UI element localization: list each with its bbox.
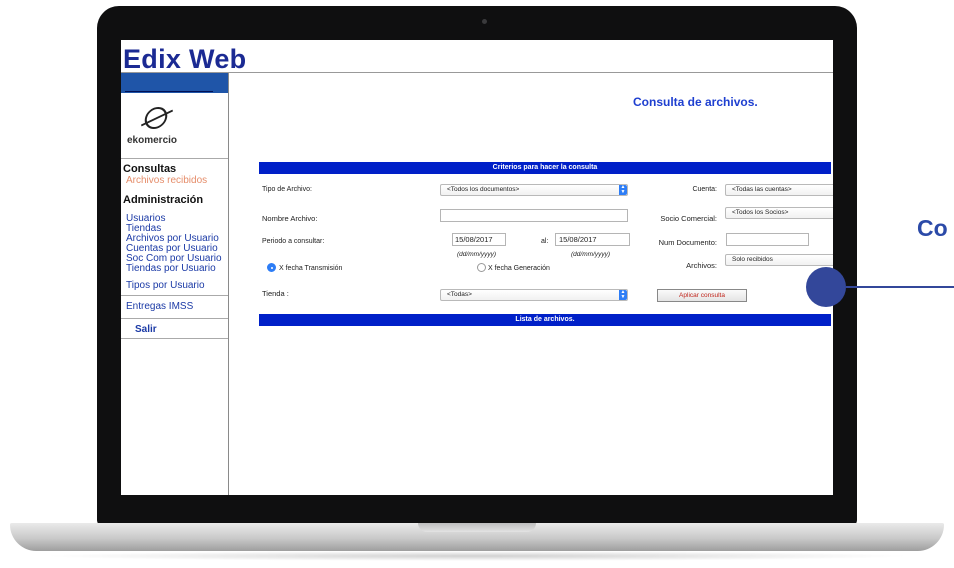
sidebar-header-bar [121,73,228,93]
callout-line [846,286,954,288]
logout-label[interactable]: Salir [135,324,157,335]
nombre-archivo-input[interactable] [440,209,628,222]
sidebar-header-line [125,91,213,92]
logout-item[interactable]: Salir [121,322,228,339]
logo-text: ekomercio [127,135,178,146]
radio-fecha-generacion-label[interactable]: X fecha Generación [488,265,550,272]
fecha-desde-input[interactable]: 15/08/2017 [452,233,506,246]
sidebar-section-consultas: Consultas [123,163,177,175]
sidebar-item-entregas-imss[interactable]: Entregas IMSS [126,302,193,312]
results-header: Lista de archivos. [259,314,831,326]
radio-fecha-transmision[interactable] [267,263,276,272]
callout-dot [806,267,846,307]
radio-fecha-generacion[interactable] [477,263,486,272]
sidebar-item-archivos-recibidos[interactable]: Archivos recibidos [126,176,207,186]
cuenta-label: Cuenta: [692,186,717,193]
fecha-hasta-input[interactable]: 15/08/2017 [555,233,630,246]
criteria-header: Criterios para hacer la consulta [259,162,831,174]
laptop-notch [418,523,536,532]
sidebar-section-administracion: Administración [123,194,204,206]
periodo-label: Periodo a consultar: [262,238,325,245]
al-label: al: [541,238,549,245]
ekomercio-logo-icon [142,107,170,129]
sidebar-divider [121,318,228,319]
sidebar: ekomercio Consultas Archivos recibidos A… [121,73,229,495]
radio-fecha-transmision-label[interactable]: X fecha Transmisión [279,265,342,272]
select-arrow-icon: ▲ ▼ [619,184,627,195]
archivos-value: Solo recibidos [732,256,773,263]
tipo-archivo-value: <Todos los documentos> [447,186,520,193]
browser-screen: Edix Web ekomercio Consultas Archivos re… [121,40,833,495]
archivos-select[interactable]: Solo recibidos ▲▼ [725,254,833,266]
app-title: Edix Web [123,44,247,74]
logo: ekomercio [121,93,228,159]
fecha-desde-hint: (dd/mm/yyyy) [457,251,496,258]
laptop-shadow [40,551,914,561]
num-documento-input[interactable] [726,233,809,246]
sidebar-item-tipos-por-usuario[interactable]: Tipos por Usuario [126,281,205,291]
archivos-label: Archivos: [686,261,717,270]
tienda-value: <Todas> [447,291,472,298]
camera-icon [482,19,487,24]
sidebar-divider [121,295,228,296]
tipo-archivo-select[interactable]: <Todos los documentos> ▲ ▼ [440,184,628,196]
sidebar-item-tiendas-por-usuario[interactable]: Tiendas por Usuario [126,264,216,274]
num-documento-label: Num Documento: [658,238,717,247]
callout-text: Co [917,215,948,241]
socio-comercial-select[interactable]: <Todos los Socios> ▲▼ [725,207,833,219]
nombre-archivo-label: Nombre Archivo: [262,214,318,223]
tipo-archivo-label: Tipo de Archivo: [262,186,312,193]
socio-comercial-value: <Todos los Socios> [732,209,789,216]
socio-comercial-label: Socio Comercial: [660,214,717,223]
fecha-hasta-hint: (dd/mm/yyyy) [571,251,610,258]
apply-query-button[interactable]: Aplicar consulta [657,289,747,302]
tienda-label: Tienda : [262,289,289,298]
cuenta-value: <Todas las cuentas> [732,186,792,193]
main-content: Consulta de archivos. Criterios para hac… [229,73,833,495]
page-title: Consulta de archivos. [633,95,758,109]
tienda-select[interactable]: <Todas> ▲ ▼ [440,289,628,301]
select-arrow-icon: ▲ ▼ [619,289,627,300]
cuenta-select[interactable]: <Todas las cuentas> ▲▼ [725,184,833,196]
